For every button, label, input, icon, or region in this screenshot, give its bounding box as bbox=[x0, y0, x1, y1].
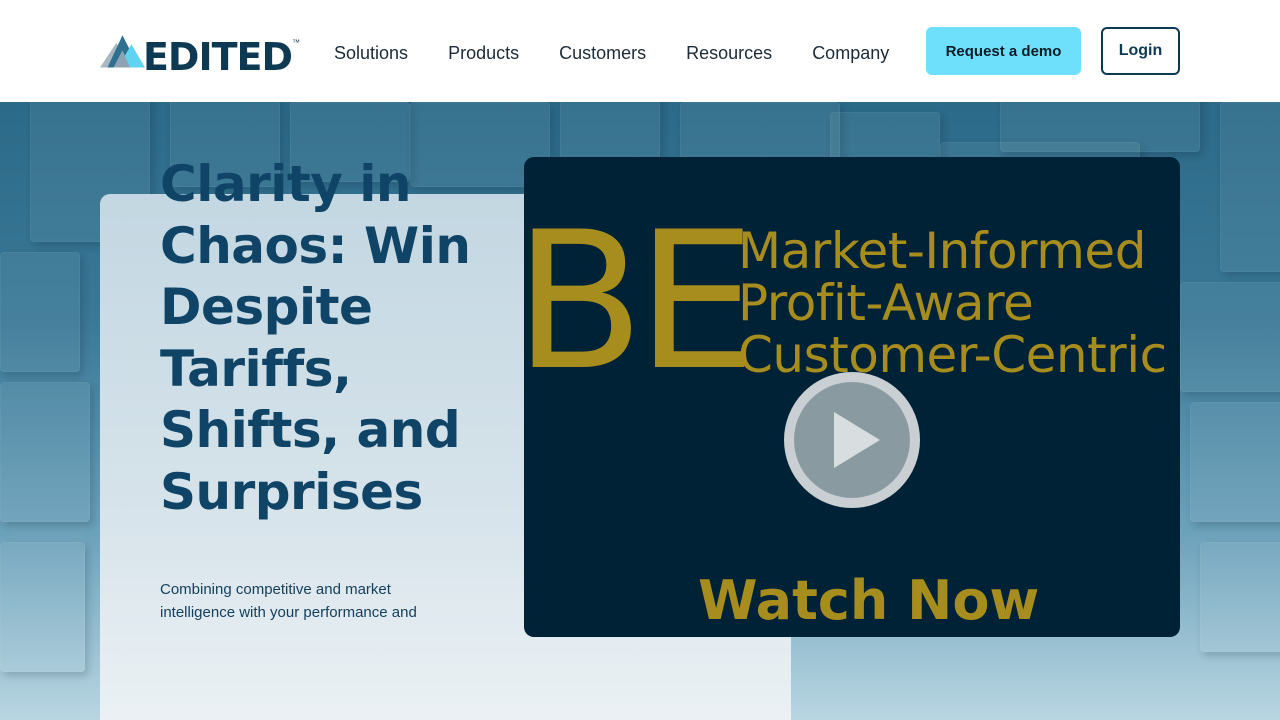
logo-trademark: ™ bbox=[292, 38, 300, 47]
tagline-market-informed: Market-Informed bbox=[738, 222, 1146, 280]
watch-now-text: Watch Now bbox=[698, 569, 1040, 632]
background-tile bbox=[1180, 282, 1280, 392]
background-tile bbox=[1220, 102, 1280, 272]
nav-item-resources[interactable]: Resources bbox=[666, 40, 792, 66]
main-nav: Solutions Products Customers Resources C… bbox=[314, 40, 909, 66]
site-header: EDITED ™ Solutions Products Customers Re… bbox=[0, 0, 1280, 102]
background-tile bbox=[1190, 402, 1280, 522]
tagline-customer-centric: Customer-Centric bbox=[738, 326, 1167, 384]
logo-wordmark: EDITED bbox=[142, 35, 293, 79]
video-player[interactable]: BE Market-Informed Profit-Aware Customer… bbox=[524, 157, 1180, 637]
hero-subtext: Combining competitive and market intelli… bbox=[160, 581, 417, 621]
play-icon bbox=[834, 412, 880, 468]
nav-item-company[interactable]: Company bbox=[792, 40, 909, 66]
nav-item-solutions[interactable]: Solutions bbox=[314, 40, 428, 66]
play-button[interactable] bbox=[784, 372, 920, 508]
background-tile bbox=[0, 382, 90, 522]
background-tile bbox=[1000, 102, 1200, 152]
hero-headline: Clarity in Chaos: Win Despite Tariffs, S… bbox=[160, 155, 471, 521]
edited-logo[interactable]: EDITED ™ bbox=[100, 28, 300, 79]
video-taglines: Market-Informed Profit-Aware Customer-Ce… bbox=[738, 225, 1167, 381]
login-button[interactable]: Login bbox=[1101, 27, 1180, 75]
background-tile bbox=[0, 542, 85, 672]
tagline-profit-aware: Profit-Aware bbox=[738, 274, 1034, 332]
background-tile bbox=[1200, 542, 1280, 652]
video-big-letters: BE bbox=[524, 191, 756, 412]
nav-item-customers[interactable]: Customers bbox=[539, 40, 666, 66]
mountain-logo-icon bbox=[100, 35, 145, 68]
nav-item-products[interactable]: Products bbox=[428, 40, 539, 66]
background-tile bbox=[0, 252, 80, 372]
request-demo-button[interactable]: Request a demo bbox=[926, 27, 1081, 75]
